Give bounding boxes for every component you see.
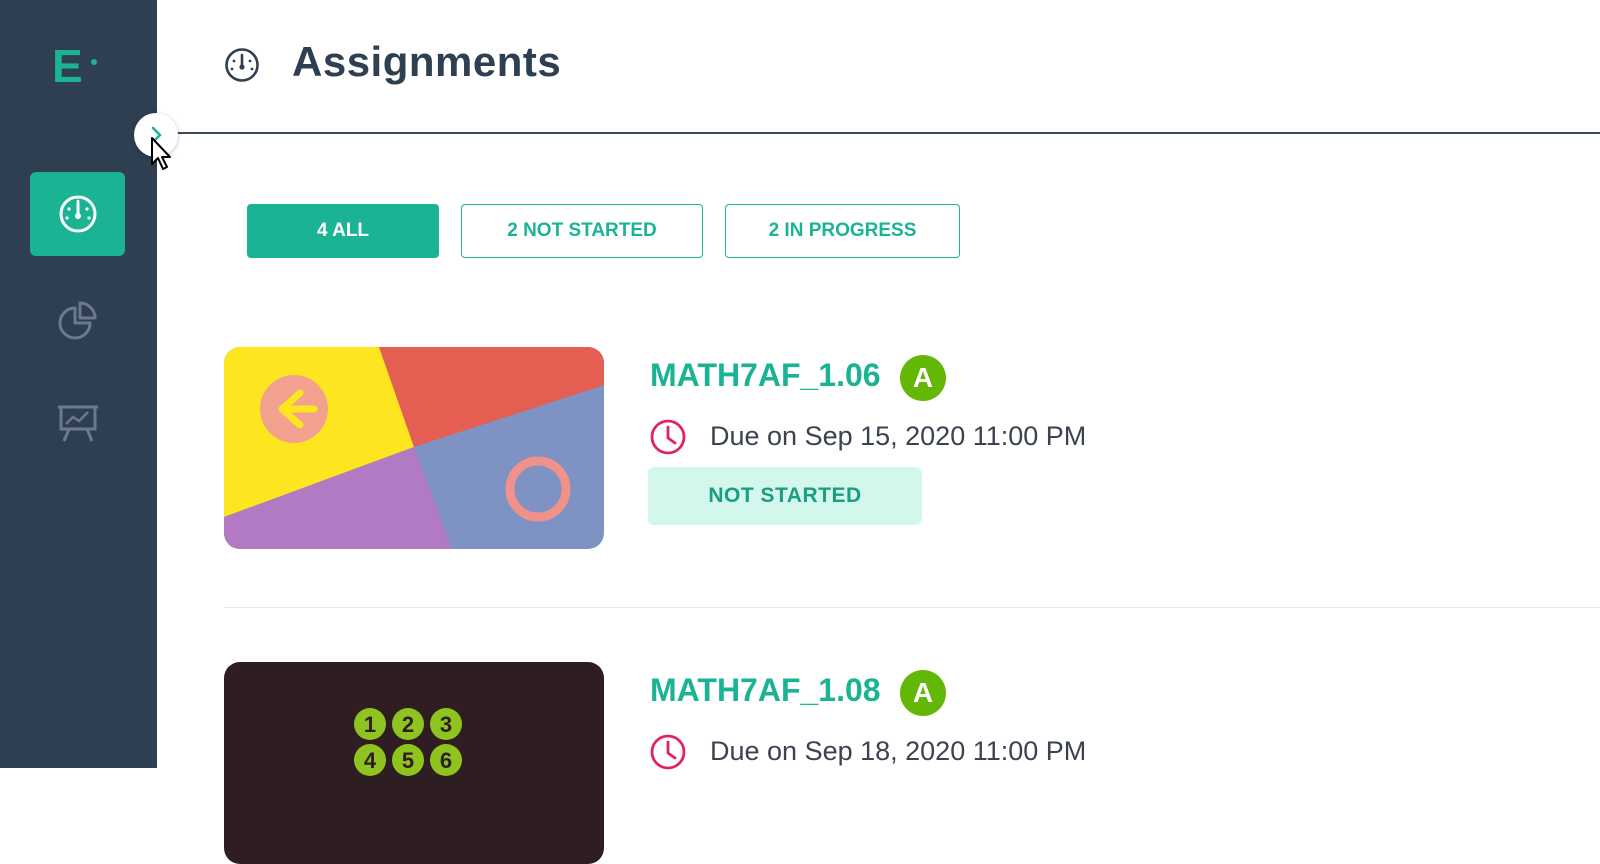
due-date: Due on Sep 18, 2020 11:00 PM — [710, 736, 1087, 766]
speedometer-icon — [59, 195, 96, 233]
filter-in-progress-button[interactable]: 2 IN PROGRESS — [725, 204, 960, 258]
presentation-board-icon — [57, 405, 98, 442]
page-title: Assignments — [292, 38, 562, 85]
speedometer-icon — [225, 48, 259, 82]
svg-text:6: 6 — [440, 748, 452, 773]
assignment-title[interactable]: MATH7AF_1.08 — [650, 672, 881, 709]
mouse-cursor-icon — [151, 137, 171, 170]
assignment-title[interactable]: MATH7AF_1.06 — [650, 357, 881, 394]
grade-badge: A — [900, 355, 946, 401]
filter-all-button[interactable]: 4 ALL — [247, 204, 439, 258]
svg-text:3: 3 — [440, 712, 452, 737]
svg-text:1: 1 — [364, 712, 376, 737]
pie-chart-icon — [58, 301, 96, 340]
status-badge: NOT STARTED — [648, 467, 922, 525]
assignment-thumbnail[interactable]: 1 2 3 4 5 6 — [224, 662, 604, 864]
filter-not-started-button[interactable]: 2 NOT STARTED — [461, 204, 703, 258]
clock-icon — [650, 734, 686, 770]
due-date: Due on Sep 15, 2020 11:00 PM — [710, 421, 1087, 451]
svg-text:5: 5 — [402, 748, 414, 773]
sidebar-item-reports[interactable] — [30, 278, 125, 362]
grade-badge: A — [900, 670, 946, 716]
page-header: Assignments — [157, 0, 1600, 134]
app-logo[interactable]: E — [52, 40, 102, 92]
sidebar-item-classes[interactable] — [30, 380, 125, 464]
card-divider — [224, 607, 1600, 608]
filter-bar: 4 ALL 2 NOT STARTED 2 IN PROGRESS — [247, 204, 960, 258]
clock-icon — [650, 419, 686, 455]
sidebar-item-dashboard[interactable] — [30, 172, 125, 256]
svg-text:4: 4 — [364, 748, 377, 773]
sidebar: E — [0, 0, 157, 768]
svg-text:2: 2 — [402, 712, 414, 737]
svg-text:E: E — [52, 42, 83, 86]
assignment-thumbnail[interactable] — [224, 347, 604, 549]
